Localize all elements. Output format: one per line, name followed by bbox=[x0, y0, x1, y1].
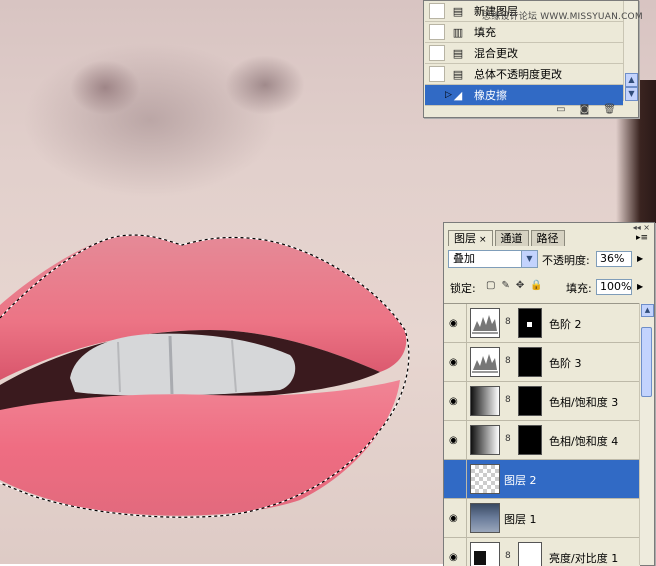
brightness-contrast-thumbnail bbox=[470, 542, 500, 566]
new-document-from-state-icon[interactable]: ▭ bbox=[556, 104, 565, 115]
eye-icon[interactable]: ◉ bbox=[449, 435, 458, 446]
fill-slider-arrow-icon[interactable]: ▶ bbox=[637, 282, 643, 291]
snapshot-checkbox[interactable] bbox=[429, 3, 445, 19]
layer-name: 色相/饱和度 4 bbox=[549, 435, 619, 448]
lock-label: 锁定: bbox=[450, 282, 476, 295]
document-icon: ▤ bbox=[452, 67, 464, 81]
fill-icon: ▥ bbox=[452, 25, 464, 39]
chevron-down-icon[interactable]: ▼ bbox=[521, 251, 537, 267]
history-item[interactable]: ▤ 混合更改 bbox=[425, 43, 623, 64]
history-state-marker-icon: ▷ bbox=[445, 90, 452, 100]
link-icon[interactable]: 8 bbox=[505, 395, 511, 405]
tab-label: 通道 bbox=[500, 232, 523, 245]
camera-icon[interactable]: ◙ bbox=[580, 104, 590, 115]
lock-buttons: ▢ ✎ ✥ 🔒 bbox=[486, 280, 543, 291]
layer-row[interactable]: ◉ 8 亮度/对比度 1 bbox=[444, 538, 640, 566]
hue-saturation-thumbnail bbox=[470, 425, 500, 455]
link-icon[interactable]: 8 bbox=[505, 356, 511, 366]
history-item-label: 填充 bbox=[474, 26, 496, 39]
layers-panel: ◂◂ × 图层 × 通道 路径 ▸≡ 叠加 ▼ 不透明度: 36% ▶ 锁定: ▢… bbox=[443, 222, 655, 566]
layer-mask-thumbnail[interactable] bbox=[518, 308, 542, 338]
hue-saturation-thumbnail bbox=[470, 386, 500, 416]
eye-icon[interactable]: ◉ bbox=[449, 552, 458, 563]
opacity-slider-arrow-icon[interactable]: ▶ bbox=[637, 254, 643, 263]
layer-mask-thumbnail[interactable] bbox=[518, 386, 542, 416]
layer-mask-thumbnail[interactable] bbox=[518, 425, 542, 455]
document-icon: ▤ bbox=[452, 46, 464, 60]
tab-channels[interactable]: 通道 bbox=[494, 230, 529, 246]
lock-position-icon[interactable]: ✥ bbox=[516, 280, 524, 291]
layer-row[interactable]: ◉ 8 色相/饱和度 4 bbox=[444, 421, 640, 460]
link-icon[interactable]: 8 bbox=[505, 551, 511, 561]
scroll-thumb[interactable] bbox=[641, 327, 652, 397]
layer-name: 图层 2 bbox=[504, 474, 537, 487]
levels-thumbnail bbox=[470, 308, 500, 338]
levels-thumbnail bbox=[470, 347, 500, 377]
tab-layers[interactable]: 图层 × bbox=[448, 230, 493, 246]
layer-row-selected[interactable]: ◉ 图层 2 bbox=[444, 460, 640, 499]
opacity-label: 不透明度: bbox=[542, 254, 590, 267]
history-item-label: 混合更改 bbox=[474, 47, 518, 60]
lock-transparent-icon[interactable]: ▢ bbox=[486, 280, 495, 291]
layer-mask-thumbnail[interactable] bbox=[518, 542, 542, 566]
document-icon: ▤ bbox=[452, 4, 464, 18]
opacity-field[interactable]: 36% bbox=[596, 251, 632, 267]
layer-row[interactable]: ◉ 8 色阶 3 bbox=[444, 343, 640, 382]
photo-layer-thumbnail bbox=[470, 503, 500, 533]
snapshot-checkbox[interactable] bbox=[429, 24, 445, 40]
eye-icon[interactable]: ◉ bbox=[449, 396, 458, 407]
close-icon[interactable]: × bbox=[479, 235, 487, 245]
link-icon[interactable]: 8 bbox=[505, 317, 511, 327]
layer-name: 色相/饱和度 3 bbox=[549, 396, 619, 409]
snapshot-checkbox[interactable] bbox=[429, 66, 445, 82]
history-item[interactable]: ▥ 填充 bbox=[425, 22, 623, 43]
layer-name: 图层 1 bbox=[504, 513, 537, 526]
snapshot-checkbox[interactable] bbox=[429, 45, 445, 61]
layer-row[interactable]: ◉ 8 色相/饱和度 3 bbox=[444, 382, 640, 421]
lock-all-icon[interactable]: 🔒 bbox=[530, 280, 542, 291]
fill-label: 填充: bbox=[566, 282, 592, 295]
tab-label: 图层 bbox=[454, 232, 476, 245]
layer-name: 色阶 2 bbox=[549, 318, 582, 331]
history-footer: ▭ ◙ 🗑 bbox=[424, 101, 638, 117]
transparent-layer-thumbnail bbox=[470, 464, 500, 494]
panel-collapse-icon[interactable]: ◂◂ × bbox=[633, 223, 650, 232]
layers-scrollbar[interactable]: ▲ bbox=[639, 303, 654, 565]
blend-mode-value: 叠加 bbox=[453, 252, 475, 265]
scroll-down-icon[interactable]: ▼ bbox=[625, 87, 638, 101]
trash-icon[interactable]: 🗑 bbox=[603, 104, 616, 115]
layers-list: ◉ 8 色阶 2 ◉ 8 色阶 3 ◉ 8 色相/饱和度 3 ◉ 8 色相/饱和… bbox=[444, 303, 640, 566]
tab-paths[interactable]: 路径 bbox=[530, 230, 565, 246]
panel-tabs: 图层 × 通道 路径 bbox=[448, 230, 565, 246]
blend-mode-select[interactable]: 叠加 ▼ bbox=[448, 250, 538, 268]
layer-mask-thumbnail[interactable] bbox=[518, 347, 542, 377]
layer-row[interactable]: ◉ 8 色阶 2 bbox=[444, 304, 640, 343]
history-item-label: 总体不透明度更改 bbox=[474, 68, 562, 81]
layer-name: 色阶 3 bbox=[549, 357, 582, 370]
panel-menu-icon[interactable]: ▸≡ bbox=[636, 233, 648, 243]
history-item[interactable]: ▤ 总体不透明度更改 bbox=[425, 64, 623, 85]
eraser-icon: ◢ bbox=[453, 88, 463, 102]
lock-image-icon[interactable]: ✎ bbox=[501, 280, 509, 291]
layer-row[interactable]: ◉ 图层 1 bbox=[444, 499, 640, 538]
eye-icon[interactable]: ◉ bbox=[449, 318, 458, 329]
eye-icon[interactable]: ◉ bbox=[449, 357, 458, 368]
fill-field[interactable]: 100% bbox=[596, 279, 632, 295]
eye-icon[interactable]: ◉ bbox=[449, 513, 458, 524]
scroll-up-icon[interactable]: ▲ bbox=[625, 73, 638, 87]
scroll-up-icon[interactable]: ▲ bbox=[641, 304, 654, 317]
tab-label: 路径 bbox=[536, 232, 559, 245]
link-icon[interactable]: 8 bbox=[505, 434, 511, 444]
watermark: 思缘设计论坛 WWW.MISSYUAN.COM bbox=[482, 12, 643, 22]
